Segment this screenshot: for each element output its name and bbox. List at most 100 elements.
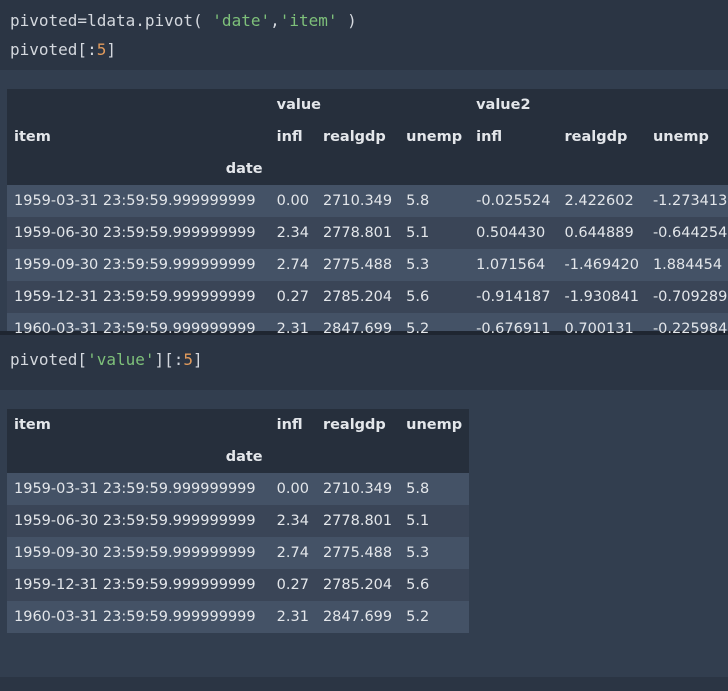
header-blank	[270, 153, 316, 185]
header-date: date	[225, 161, 263, 177]
table-cell: 5.1	[406, 225, 430, 241]
table-cell: 5.1	[406, 513, 430, 529]
header-blank	[270, 441, 316, 473]
number-token: 5	[96, 40, 107, 59]
table-cell: 0.644889	[564, 225, 634, 241]
table-cell: 0.27	[276, 577, 309, 593]
header-blank	[469, 153, 557, 185]
header-blank	[558, 153, 646, 185]
table-cell: 2775.488	[322, 257, 393, 273]
code-token: ]	[193, 350, 203, 369]
header-infl: infl	[276, 417, 303, 433]
header-realgdp: realgdp	[322, 129, 386, 145]
code-token: pivoted=ldata.pivot(	[10, 11, 213, 30]
row-index: 1959-12-31 23:59:59.999999999	[14, 289, 256, 305]
table-cell: 2.34	[276, 513, 309, 529]
header-group-value2: value2	[476, 97, 531, 113]
code-token: pivoted[	[10, 350, 88, 369]
table-row: 1959-12-31 23:59:59.999999999 0.27 2785.…	[7, 281, 728, 313]
table-cell: -1.273413	[652, 193, 728, 209]
table-cell: 0.00	[276, 193, 309, 209]
header-infl: infl	[476, 129, 503, 145]
header-infl: infl	[276, 129, 303, 145]
output-cell-1: value value2 item infl realgdp unemp inf…	[0, 70, 728, 345]
table-cell: 2775.488	[322, 545, 393, 561]
table-cell: -1.930841	[564, 289, 639, 305]
code-token: pivoted[:	[10, 40, 97, 59]
row-index: 1959-12-31 23:59:59.999999999	[14, 577, 256, 593]
header-index-name: item	[14, 417, 51, 433]
row-index: 1959-03-31 23:59:59.999999999	[14, 481, 256, 497]
table-cell: -0.644254	[652, 225, 728, 241]
row-index: 1959-03-31 23:59:59.999999999	[14, 193, 256, 209]
table-cell: 2710.349	[322, 193, 393, 209]
header-blank	[316, 441, 399, 473]
code-cell-2[interactable]: pivoted['value'][:5]	[0, 335, 728, 390]
table-cell: 0.504430	[476, 225, 546, 241]
table-cell: 1.884454	[652, 257, 723, 273]
code-token: ][:	[154, 350, 184, 369]
header-row-top: value value2	[7, 89, 728, 121]
header-row-index: date	[7, 153, 728, 185]
code-token: )	[337, 11, 357, 30]
table-row: 1959-03-31 23:59:59.999999999 0.00 2710.…	[7, 473, 470, 505]
table-row: 1959-03-31 23:59:59.999999999 0.00 2710.…	[7, 185, 728, 217]
header-row-columns: item infl realgdp unemp	[7, 409, 470, 441]
code-token: ,	[270, 11, 280, 30]
header-blank	[399, 441, 469, 473]
header-row-index: date	[7, 441, 470, 473]
table-cell: 5.8	[406, 193, 430, 209]
header-blank	[7, 89, 270, 121]
table-row: 1959-12-31 23:59:59.999999999 0.27 2785.…	[7, 569, 470, 601]
table-cell: 2.74	[276, 257, 309, 273]
table-cell: 5.3	[406, 257, 430, 273]
table-cell: 2785.204	[322, 289, 393, 305]
string-token: 'date'	[212, 11, 271, 30]
table-cell: 0.27	[276, 289, 309, 305]
dataframe-table-value: item infl realgdp unemp date 1959-03-31 …	[7, 409, 470, 633]
header-row-columns: item infl realgdp unemp infl realgdp une…	[7, 121, 728, 153]
string-token: 'value'	[87, 350, 155, 369]
table-cell: 2785.204	[322, 577, 393, 593]
table-row: 1959-06-30 23:59:59.999999999 2.34 2778.…	[7, 217, 728, 249]
header-group-value: value	[276, 97, 322, 113]
table-cell: 1.071564	[476, 257, 546, 273]
table-cell: -1.469420	[564, 257, 639, 273]
code-cell-1[interactable]: pivoted=ldata.pivot( 'date','item' ) piv…	[0, 0, 728, 70]
table-cell: 5.6	[406, 289, 430, 305]
header-blank	[399, 153, 469, 185]
table-cell: 2.74	[276, 545, 309, 561]
dataframe-table-pivoted: value value2 item infl realgdp unemp inf…	[7, 89, 728, 345]
header-unemp: unemp	[652, 129, 709, 145]
table-cell: -0.025524	[476, 193, 551, 209]
header-blank	[316, 153, 399, 185]
code-token: ]	[106, 40, 116, 59]
output-cell-2: item infl realgdp unemp date 1959-03-31 …	[0, 390, 728, 677]
number-token: 5	[183, 350, 194, 369]
table-cell: 2.422602	[564, 193, 634, 209]
table-cell: 2710.349	[322, 481, 393, 497]
table-cell: 5.2	[406, 609, 430, 625]
table-cell: -0.914187	[476, 289, 551, 305]
table-row: 1960-03-31 23:59:59.999999999 2.31 2847.…	[7, 601, 470, 633]
row-index: 1959-06-30 23:59:59.999999999	[14, 225, 256, 241]
row-index: 1959-09-30 23:59:59.999999999	[14, 257, 256, 273]
table-cell: 0.00	[276, 481, 309, 497]
header-unemp: unemp	[406, 129, 463, 145]
row-index: 1959-06-30 23:59:59.999999999	[14, 513, 256, 529]
table-cell: 2847.699	[322, 609, 393, 625]
table-cell: 5.8	[406, 481, 430, 497]
header-index-name: item	[14, 129, 51, 145]
header-realgdp: realgdp	[564, 129, 628, 145]
table-row: 1959-06-30 23:59:59.999999999 2.34 2778.…	[7, 505, 470, 537]
string-token: 'item'	[279, 11, 338, 30]
code-line: pivoted['value'][:5]	[10, 345, 718, 374]
header-unemp: unemp	[406, 417, 463, 433]
header-date: date	[225, 449, 263, 465]
table-cell: 5.3	[406, 545, 430, 561]
table-row: 1959-09-30 23:59:59.999999999 2.74 2775.…	[7, 249, 728, 281]
table-cell: 2778.801	[322, 513, 393, 529]
table-cell: 2.34	[276, 225, 309, 241]
header-blank	[646, 153, 728, 185]
code-line: pivoted[:5]	[10, 35, 718, 64]
